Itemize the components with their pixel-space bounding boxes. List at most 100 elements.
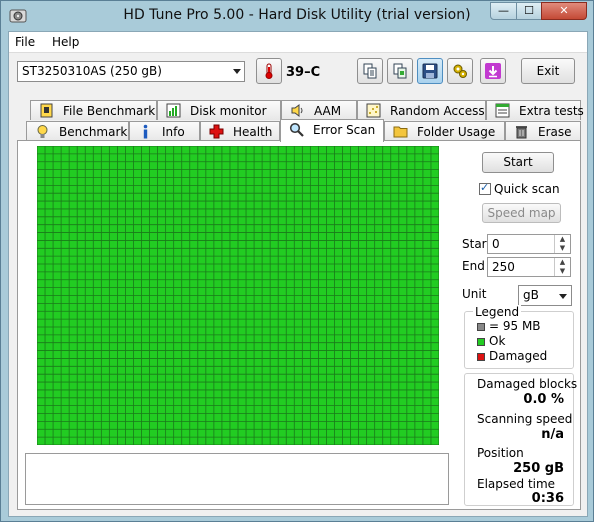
scan-grid [36,145,440,446]
thermometer-icon [265,63,273,79]
tab-label: Folder Usage [417,125,496,139]
end-input-value: 250 [492,260,515,274]
file-benchmark-icon [40,103,53,118]
damaged-blocks-label: Damaged blocks [477,377,578,391]
scan-block-map [36,145,440,446]
minimize-icon: — [498,4,509,17]
copy-text-icon [363,63,377,79]
copy-screenshot-icon [393,63,407,79]
tab-label: Error Scan [313,123,376,137]
exit-button[interactable]: Exit [521,58,575,84]
tab-disk-monitor[interactable]: Disk monitor [157,100,281,120]
minimize-button[interactable]: — [490,2,517,20]
temperature-readout: 39–C [286,65,321,80]
save-icon [422,63,438,79]
toolbar: ST3250310AS (250 gB) 39–C Exit [9,53,587,93]
block-size-swatch [477,323,485,331]
legend-damaged: Damaged [489,349,548,363]
tab-info[interactable]: Info [129,121,200,141]
trash-icon [516,126,527,139]
menu-file[interactable]: File [15,35,35,49]
chevron-down-icon [233,69,241,74]
download-button[interactable] [480,58,506,84]
spin-down-icon[interactable]: ▼ [555,244,570,253]
drive-select-value: ST3250310AS (250 gB) [22,64,162,78]
speaker-icon [291,104,303,117]
end-label: End [462,259,485,273]
copy-screenshot-button[interactable] [387,58,413,84]
options-button[interactable] [447,58,473,84]
menu-help[interactable]: Help [52,35,79,49]
speed-map-button[interactable]: Speed map [482,203,561,223]
position-label: Position [477,446,524,460]
end-input[interactable]: 250 ▲ ▼ [487,257,571,277]
copy-text-button[interactable] [357,58,383,84]
tab-label: File Benchmark [63,104,156,118]
maximize-button[interactable]: ☐ [516,2,542,20]
spin-up-icon[interactable]: ▲ [555,258,570,267]
legend-title: Legend [473,305,522,319]
start-input-value: 0 [492,237,500,251]
unit-label: Unit [462,287,487,301]
unit-select[interactable]: gB [518,285,572,306]
disk-monitor-icon [166,103,181,118]
spin-down-icon[interactable]: ▼ [555,267,570,276]
tab-random-access[interactable]: Random Access [357,100,486,120]
position-value: 250 gB [513,461,564,476]
close-button[interactable]: ✕ [541,2,587,20]
chevron-down-icon [559,294,567,299]
damaged-blocks-value: 0.0 % [523,392,564,407]
spin-up-icon[interactable]: ▲ [555,235,570,244]
legend-block-size: = 95 MB [489,319,541,333]
start-scan-button[interactable]: Start [482,152,554,173]
tab-label: Extra tests [519,104,584,118]
elapsed-time-value: 0:36 [531,491,564,506]
menu-bar: File Help [9,32,587,53]
scanning-speed-label: Scanning speed [477,412,573,426]
ok-swatch [477,338,485,346]
legend-ok: Ok [489,334,506,348]
download-icon [485,63,501,79]
info-icon [143,124,148,139]
scanning-speed-value: n/a [541,427,564,442]
close-icon: ✕ [559,4,569,17]
title-bar[interactable]: HD Tune Pro 5.00 - Hard Disk Utility (tr… [1,1,593,31]
client-area: File Help ST3250310AS (250 gB) 39–C Exit… [8,31,588,517]
tab-label: Erase [538,125,572,139]
quick-scan-label: Quick scan [494,182,560,196]
maximize-icon: ☐ [524,4,534,17]
tab-label: Benchmark [59,125,128,139]
tab-error-scan[interactable]: Error Scan [280,119,384,142]
tab-health[interactable]: Health [200,121,280,141]
temperature-button[interactable] [256,58,282,84]
error-scan-panel: Start Quick scan Speed map Start 0 ▲▼ En… [17,140,581,510]
save-button[interactable] [417,58,443,84]
stats-group: Damaged blocks 0.0 % Scanning speed n/a … [464,373,578,506]
tab-benchmark[interactable]: Benchmark [26,121,129,141]
magnifier-icon [289,122,304,137]
start-input[interactable]: 0 ▲ ▼ [487,234,571,254]
scan-log[interactable] [25,453,449,505]
tab-file-benchmark[interactable]: File Benchmark [30,100,157,120]
app-window: HD Tune Pro 5.00 - Hard Disk Utility (tr… [0,0,594,522]
health-cross-icon [209,124,224,139]
tab-label: Random Access [390,104,485,118]
tab-label: Disk monitor [190,104,267,118]
options-icon [453,64,467,78]
tab-erase[interactable]: Erase [505,121,581,141]
drive-select[interactable]: ST3250310AS (250 gB) [17,61,245,82]
quick-scan-checkbox[interactable] [479,181,491,195]
tab-label: Info [162,125,185,139]
tab-extra-tests[interactable]: Extra tests [486,100,584,120]
legend-group: Legend = 95 MB Ok Damaged [464,305,574,369]
damaged-swatch [477,353,485,361]
tab-label: AAM [314,104,342,118]
elapsed-time-label: Elapsed time [477,477,556,491]
random-access-icon [366,103,381,118]
tab-folder-usage[interactable]: Folder Usage [384,121,505,141]
lightbulb-icon [37,125,48,138]
unit-select-value: gB [523,288,539,302]
tab-aam[interactable]: AAM [281,100,357,120]
tab-label: Health [233,125,273,139]
folder-icon [393,126,408,138]
